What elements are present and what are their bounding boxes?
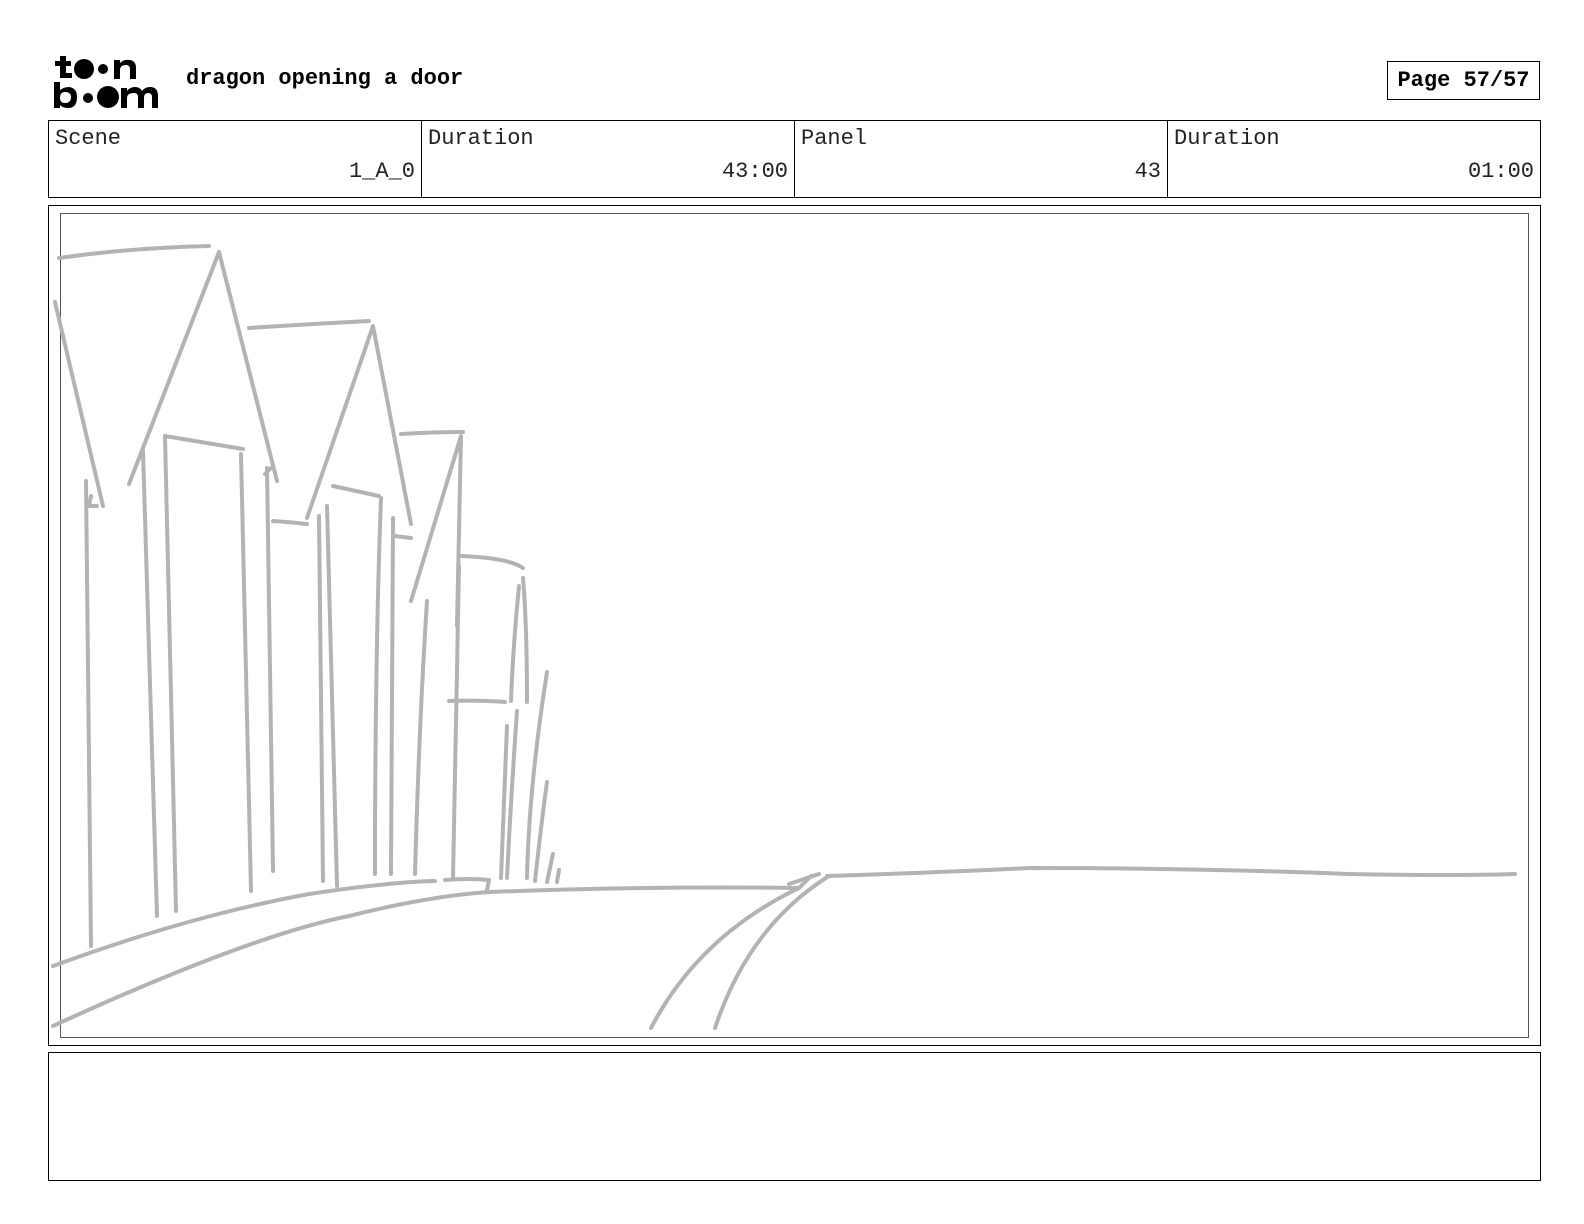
sketch-line [509, 584, 521, 703]
sketch-line [239, 452, 253, 893]
scene-value: 1_A_0 [348, 159, 415, 184]
sketch-line [331, 484, 381, 498]
sketch-line [53, 300, 105, 508]
sketch-line [317, 514, 325, 883]
storyboard-panel [48, 205, 1541, 1046]
sketch-line [247, 319, 371, 330]
sketch-line [649, 886, 801, 1030]
sketch-line [271, 519, 309, 526]
scene-duration-value: 43:00 [721, 159, 788, 184]
sketch-line [127, 250, 279, 486]
sketch-line [87, 494, 99, 508]
scene-duration-label: Duration [428, 126, 534, 151]
panel-duration-value: 01:00 [1467, 159, 1534, 184]
sketch-line [399, 430, 465, 436]
sketch-line [265, 466, 275, 873]
sketch-line [57, 244, 211, 260]
panel-sketch [51, 244, 1517, 1030]
sketch-line [51, 879, 437, 968]
scene-label: Scene [55, 126, 122, 151]
panel-value: 43 [1134, 159, 1161, 184]
sketch-line [713, 874, 831, 1030]
panel-cell: Panel 43 [795, 121, 1168, 197]
sketch-line [373, 496, 383, 876]
sketch-line [413, 599, 429, 876]
sketch-line [51, 885, 801, 1028]
storyboard-title: dragon opening a door [186, 66, 464, 91]
page-number: Page 57/57 [1387, 61, 1540, 100]
sketch-line [443, 877, 491, 892]
scene-info-table: Scene 1_A_0 Duration 43:00 Panel 43 Dura… [48, 120, 1541, 198]
toonboom-logo [52, 52, 164, 110]
sketch-line [825, 866, 1517, 878]
sketch-line [555, 868, 561, 884]
panel-label: Panel [801, 126, 868, 151]
sketch-line [409, 434, 463, 628]
sketch-line [533, 780, 549, 883]
scene-cell: Scene 1_A_0 [49, 121, 422, 197]
sketch-line [393, 534, 413, 540]
sketch-line [163, 434, 245, 451]
panel-duration-cell: Duration 01:00 [1168, 121, 1540, 197]
sketch-line [84, 479, 93, 948]
sketch-line [305, 324, 413, 526]
sketch-line [499, 724, 509, 880]
scene-duration-cell: Duration 43:00 [422, 121, 795, 197]
sketch-line [389, 516, 395, 876]
panel-duration-label: Duration [1174, 126, 1280, 151]
sketch-line [447, 698, 507, 704]
sketch-line [163, 434, 178, 913]
sketch-line [141, 449, 159, 918]
sketch-line [325, 504, 339, 888]
sketch-line [459, 554, 525, 570]
sketch-line [521, 576, 529, 704]
sketch-line [545, 852, 555, 884]
toonboom-logo-icon [54, 56, 158, 108]
panel-notes [48, 1052, 1541, 1181]
